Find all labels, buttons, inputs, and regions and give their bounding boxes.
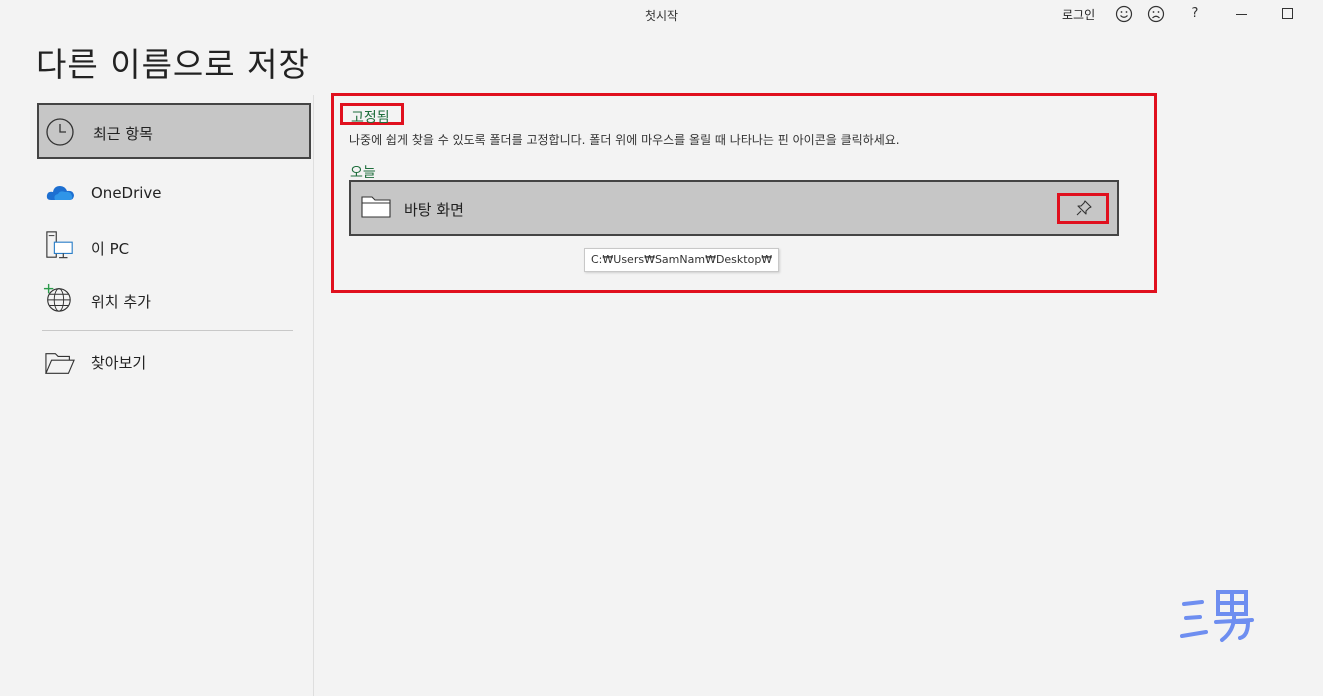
sidebar-item-onedrive[interactable]: OneDrive bbox=[37, 166, 311, 222]
sidebar-item-label: OneDrive bbox=[91, 184, 162, 202]
add-location-globe-icon bbox=[43, 283, 71, 312]
sidebar-divider bbox=[42, 330, 293, 331]
minimize-icon[interactable] bbox=[1236, 14, 1247, 15]
sidebar-item-label: 찾아보기 bbox=[91, 354, 147, 372]
pin-button[interactable] bbox=[1057, 193, 1109, 224]
onedrive-cloud-icon bbox=[46, 186, 74, 200]
sidebar-item-label: 최근 항목 bbox=[93, 125, 153, 143]
page-title: 다른 이름으로 저장 bbox=[36, 45, 310, 84]
folder-icon bbox=[361, 196, 391, 218]
sidebar-border bbox=[313, 95, 314, 696]
sidebar-item-browse[interactable]: 찾아보기 bbox=[37, 334, 311, 390]
clock-icon bbox=[46, 118, 74, 146]
open-folder-icon bbox=[45, 353, 75, 374]
folder-item-desktop[interactable]: 바탕 화면 bbox=[349, 180, 1119, 236]
sidebar-item-label: 이 PC bbox=[91, 240, 130, 258]
pinned-description: 나중에 쉽게 찾을 수 있도록 폴더를 고정합니다. 폴더 위에 마우스를 올릴… bbox=[349, 133, 900, 147]
pin-icon bbox=[1076, 200, 1092, 216]
today-heading: 오늘 bbox=[350, 165, 376, 181]
smile-icon[interactable] bbox=[1114, 4, 1134, 24]
title-bar: 첫시작 로그인 ? bbox=[0, 0, 1323, 30]
maximize-icon[interactable] bbox=[1282, 8, 1293, 19]
pinned-heading: 고정됨 bbox=[351, 110, 390, 126]
sidebar-item-add-location[interactable]: 위치 추가 bbox=[37, 273, 311, 329]
folder-path-tooltip: C:₩Users₩SamNam₩Desktop₩ bbox=[584, 248, 780, 272]
sidebar-item-this-pc[interactable]: 이 PC bbox=[37, 220, 311, 276]
sidebar-item-recent[interactable]: 최근 항목 bbox=[37, 103, 311, 159]
pinned-heading-highlight: 고정됨 bbox=[340, 103, 404, 126]
watermark-logo bbox=[1180, 590, 1254, 642]
sidebar-item-label: 위치 추가 bbox=[91, 293, 151, 311]
frown-icon[interactable] bbox=[1146, 4, 1166, 24]
login-link[interactable]: 로그인 bbox=[1062, 6, 1095, 23]
help-button[interactable]: ? bbox=[1188, 6, 1202, 21]
folder-name: 바탕 화면 bbox=[404, 201, 464, 219]
this-pc-icon bbox=[46, 231, 73, 259]
